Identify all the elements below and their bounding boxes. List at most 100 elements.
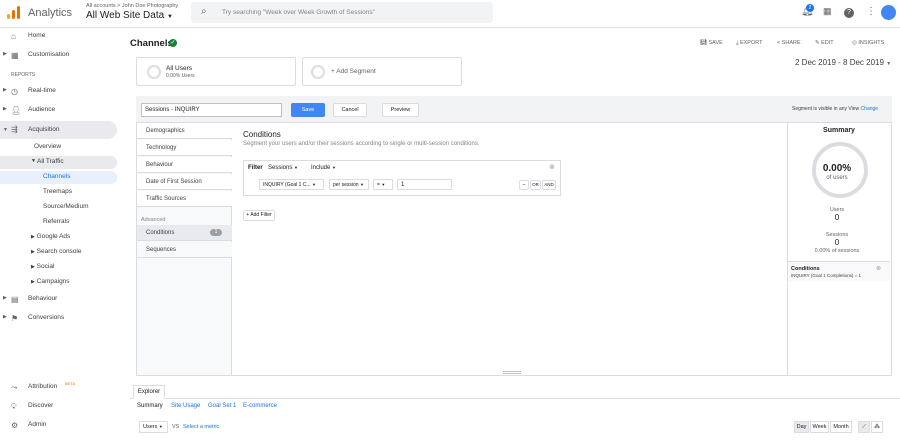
avatar[interactable] — [881, 5, 896, 20]
summary-title: Summary — [823, 127, 855, 134]
subtab-site-usage[interactable]: Site Usage — [171, 403, 200, 409]
value-input[interactable]: 1 — [397, 179, 452, 190]
nav-demographics[interactable]: Demographics — [137, 123, 232, 139]
view-selector[interactable]: All Web Site Data ▼ — [86, 10, 173, 21]
sidebar-item-home[interactable]: ⌂ Home — [0, 32, 126, 42]
sidebar-item-behaviour[interactable]: ▶ ▤ Behaviour — [0, 295, 126, 305]
gear-icon: ⚙ — [11, 421, 19, 430]
motion-chart-icon[interactable]: ⁂ — [871, 421, 883, 433]
sidebar-item-social[interactable]: ▶ Social — [31, 263, 54, 270]
select-metric-link[interactable]: Select a metric — [183, 424, 219, 430]
users-value: 0 — [834, 213, 840, 222]
caret-right-icon: ▶ — [31, 264, 35, 270]
sidebar-item-conversions[interactable]: ▶ ⚑ Conversions — [0, 314, 126, 324]
edit-button[interactable]: ✎ EDIT — [815, 40, 834, 46]
nav-behaviour[interactable]: Behaviour — [137, 157, 232, 173]
reports-heading: REPORTS — [11, 72, 36, 78]
sidebar-item-realtime[interactable]: ▶ ◷ Real-time — [0, 87, 126, 97]
sidebar-item-acquisition[interactable]: ▼ ⇶ Acquisition — [0, 121, 117, 139]
month-toggle[interactable]: Month — [830, 421, 852, 433]
caret-down-icon: ▼ — [359, 182, 364, 187]
notification-badge: 2 — [806, 4, 814, 12]
vs-label: VS — [172, 424, 180, 430]
caret-right-icon: ▶ — [31, 249, 35, 255]
operator-select[interactable]: = ▼ — [373, 179, 393, 190]
sidebar-item-all-traffic[interactable]: ▼ All Traffic — [0, 156, 117, 169]
add-segment-label: + Add Segment — [331, 68, 376, 75]
add-segment-button[interactable]: + Add Segment — [302, 57, 462, 86]
metric-select[interactable]: INQUIRY (Goal 1 C... ▼ — [259, 179, 324, 190]
tab-explorer[interactable]: Explorer — [133, 385, 165, 399]
cancel-button[interactable]: Cancel — [333, 103, 367, 117]
share-button[interactable]: < SHARE — [777, 40, 801, 46]
and-button[interactable]: AND — [542, 180, 556, 190]
sidebar-item-campaigns[interactable]: ▶ Campaigns — [31, 278, 70, 285]
advanced-heading: Advanced — [141, 217, 166, 223]
summary-conditions-title: Conditions — [791, 266, 820, 272]
nav-technology[interactable]: Technology — [137, 140, 232, 156]
sidebar-item-google-ads[interactable]: ▶ Google Ads — [31, 233, 70, 240]
acquisition-icon: ⇶ — [11, 125, 18, 134]
sidebar-item-overview[interactable]: Overview — [34, 143, 61, 150]
segment-name-input[interactable]: Sessions - INQUIRY — [141, 103, 282, 117]
subtab-e-commerce[interactable]: E-commerce — [243, 403, 277, 409]
account-breadcrumb[interactable]: All accounts > John Doe Photography — [86, 3, 178, 9]
sidebar-item-treemaps[interactable]: Treemaps — [43, 188, 72, 195]
sidebar-item-source-medium[interactable]: Source/Medium — [43, 203, 89, 210]
clock-icon: ◷ — [11, 87, 18, 96]
nav-traffic-sources[interactable]: Traffic Sources — [137, 191, 232, 207]
sidebar-item-admin[interactable]: ⚙ Admin — [0, 421, 126, 431]
caret-down-icon: ▼ — [312, 182, 316, 187]
sidebar-item-discover[interactable]: 💡︎ Discover — [0, 402, 126, 412]
caret-down-icon: ▼ — [381, 182, 386, 187]
save-button[interactable]: Save — [291, 103, 325, 117]
sidebar-item-audience[interactable]: ▶ 👤︎ Audience — [0, 106, 126, 116]
subtab-summary[interactable]: Summary — [137, 403, 163, 409]
analytics-logo-icon[interactable] — [7, 6, 20, 19]
attribution-icon: ⤳ — [11, 383, 18, 392]
add-filter-button[interactable]: + Add Filter — [243, 210, 275, 221]
subtab-goal-set-1[interactable]: Goal Set 1 — [208, 403, 236, 409]
remove-condition-button[interactable]: − — [519, 180, 529, 190]
operator-value: = — [377, 182, 380, 188]
caret-right-icon: ▶ — [3, 51, 7, 57]
summary-of-users: of users — [826, 175, 848, 181]
or-button[interactable]: OR — [530, 180, 541, 190]
help-icon[interactable]: ? — [844, 8, 854, 18]
export-button[interactable]: ⤓ EXPORT — [736, 40, 762, 47]
line-chart-icon[interactable]: ⟋ — [858, 421, 870, 433]
segment-all-users[interactable]: All Users 0.00% Users — [136, 57, 296, 86]
filter-scope-value: Sessions — [268, 165, 293, 171]
caret-right-icon: ▶ — [3, 87, 7, 93]
week-toggle[interactable]: Week — [810, 421, 829, 433]
preview-button[interactable]: Preview — [382, 103, 419, 117]
add-segment-ring-icon — [311, 65, 325, 79]
nav-date-of-first-session[interactable]: Date of First Session — [137, 174, 232, 190]
save-report-button[interactable]: 💾︎ SAVE — [700, 40, 723, 46]
home-icon: ⌂ — [11, 32, 16, 41]
nav-conditions[interactable]: Conditions 1 — [137, 225, 232, 241]
resize-handle[interactable] — [503, 371, 521, 374]
sidebar-item-search-console[interactable]: ▶ Search console — [31, 248, 81, 255]
apps-grid-icon[interactable]: ▦ — [823, 6, 832, 17]
search-box[interactable]: ⌕ Try searching "Week over Week Growth o… — [191, 2, 493, 23]
sidebar-item-customisation[interactable]: ▶ ▦ Customisation — [0, 51, 126, 61]
more-vert-icon[interactable]: ⋮ — [866, 6, 876, 17]
remove-filter-icon[interactable]: ⊗ — [549, 163, 555, 171]
sidebar-item-channels[interactable]: Channels — [0, 171, 117, 184]
date-range-picker[interactable]: 2 Dec 2019 - 8 Dec 2019 ▼ — [795, 58, 891, 67]
beta-badge: BETA — [65, 381, 76, 386]
remove-condition-icon[interactable]: ⊗ — [876, 265, 881, 272]
sidebar-item-referrals[interactable]: Referrals — [43, 218, 69, 225]
day-toggle[interactable]: Day — [794, 421, 809, 433]
per-select[interactable]: per session ▼ — [329, 179, 369, 190]
nav-sequences[interactable]: Sequences — [137, 242, 232, 258]
insights-button[interactable]: ◎ INSIGHTS — [852, 40, 884, 46]
filter-include-select[interactable]: Include ▼ — [311, 165, 336, 171]
chevron-down-icon: ▼ — [886, 61, 892, 67]
change-link[interactable]: Change — [861, 106, 879, 112]
lightbulb-icon: 💡︎ — [11, 402, 17, 411]
filter-scope-select[interactable]: Sessions ▼ — [268, 165, 298, 171]
metric-select-explorer[interactable]: Users ▼ — [139, 421, 168, 433]
sidebar-item-attribution[interactable]: ⤳ Attribution BETA — [0, 381, 126, 393]
